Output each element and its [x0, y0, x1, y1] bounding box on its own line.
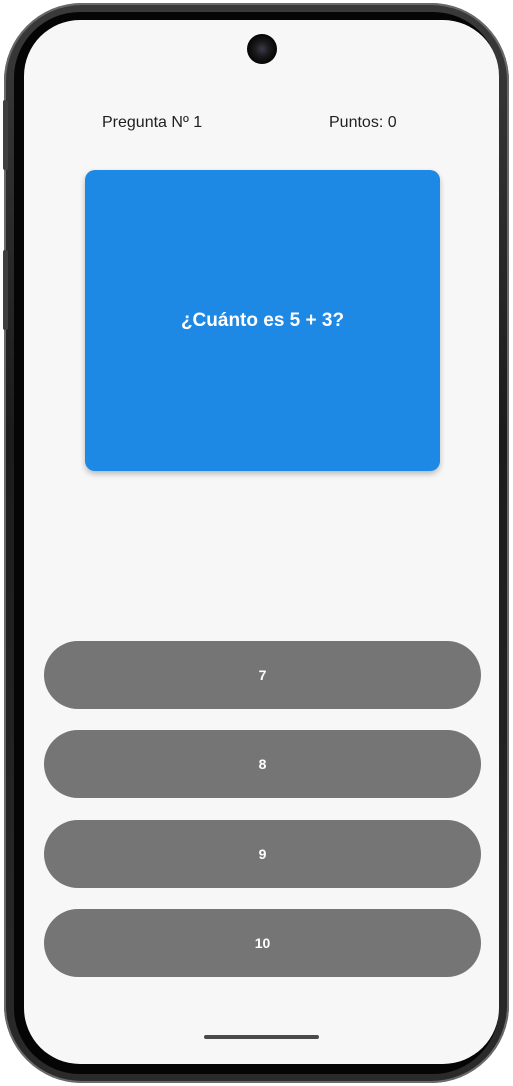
answer-button-3[interactable]: 9 — [44, 820, 481, 888]
question-text: ¿Cuánto es 5 + 3? — [180, 309, 345, 331]
question-card: ¿Cuánto es 5 + 3? — [85, 170, 440, 471]
status-bar — [24, 20, 499, 80]
volume-up-button — [3, 100, 8, 170]
front-camera — [247, 34, 277, 64]
answer-button-1[interactable]: 7 — [44, 641, 481, 709]
quiz-header: Pregunta Nº 1 Puntos: 0 — [24, 114, 499, 138]
answer-button-2[interactable]: 8 — [44, 730, 481, 798]
question-number-label: Pregunta Nº 1 — [102, 114, 203, 131]
volume-down-button — [3, 250, 8, 330]
answer-button-4[interactable]: 10 — [44, 909, 481, 977]
home-indicator[interactable] — [204, 1035, 319, 1039]
app-screen: Pregunta Nº 1 Puntos: 0 ¿Cuánto es 5 + 3… — [24, 20, 499, 1064]
score-label: Puntos: 0 — [329, 114, 397, 131]
